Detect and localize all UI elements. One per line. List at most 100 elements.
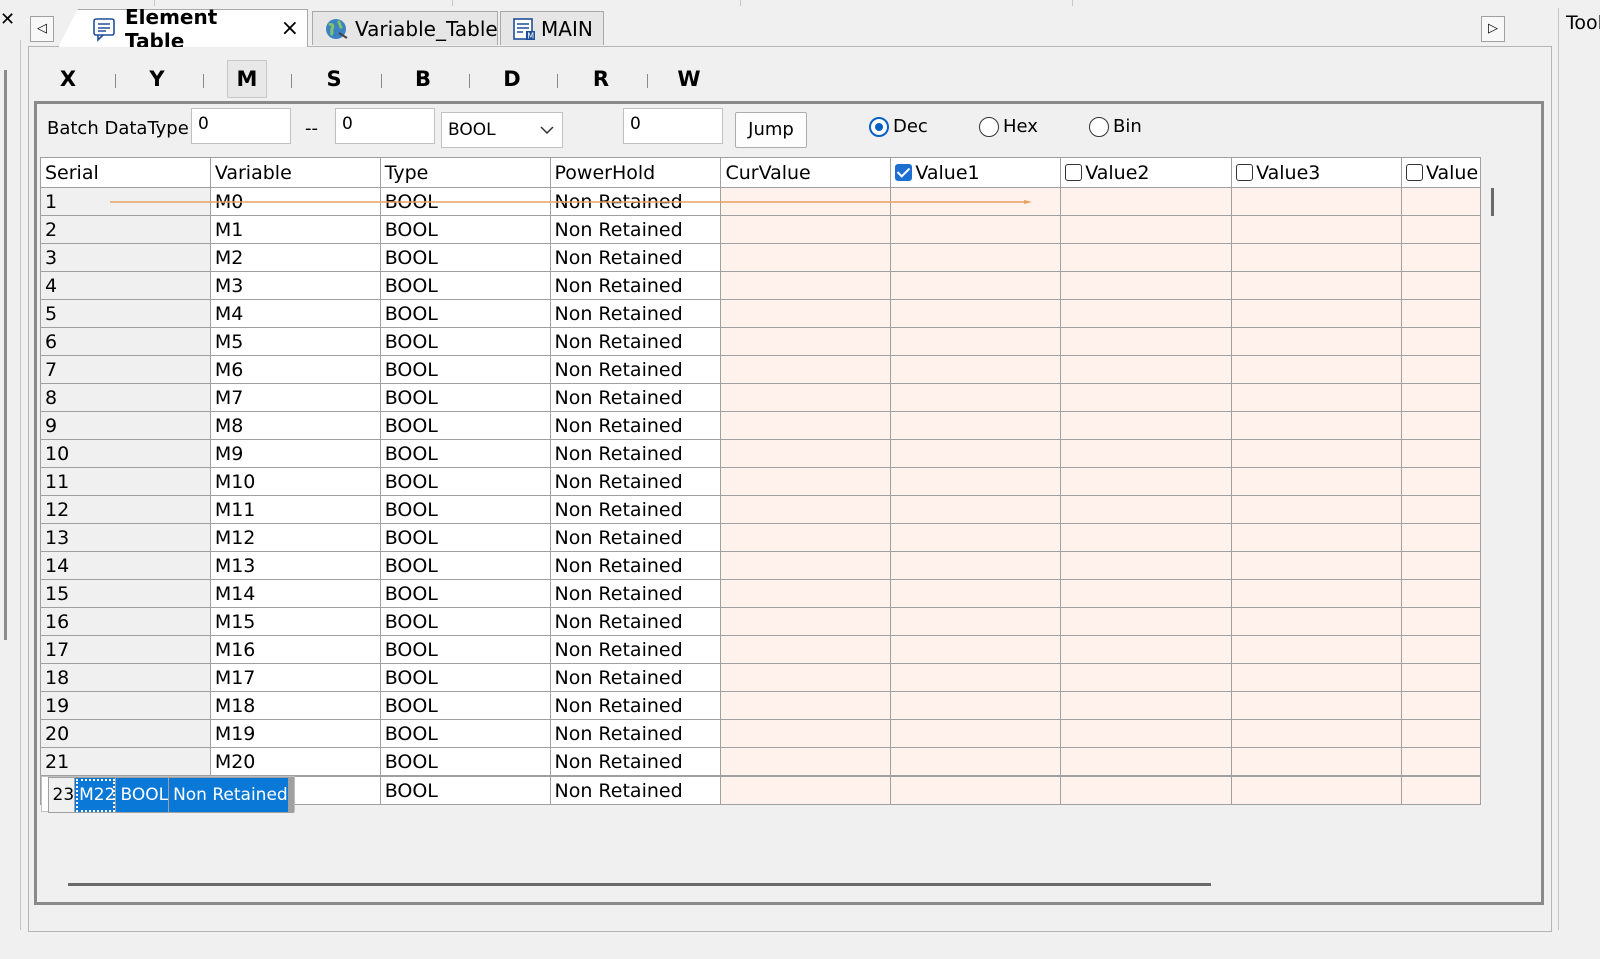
variable-cell[interactable]: M14 [209, 579, 381, 608]
powerhold-cell[interactable]: Non Retained [549, 327, 722, 356]
type-cell[interactable]: BOOL [379, 299, 551, 328]
column-header-value1[interactable]: Value1 [890, 157, 1062, 188]
value2-cell[interactable] [1060, 551, 1233, 580]
value2-cell[interactable] [1060, 187, 1233, 216]
column-header-value3[interactable]: Value3 [1231, 157, 1402, 188]
value3-cell[interactable] [1231, 579, 1402, 608]
device-x-button[interactable]: X [48, 60, 88, 98]
variable-cell[interactable]: M5 [209, 327, 381, 356]
curvalue-cell[interactable] [720, 495, 892, 524]
value1-cell[interactable] [890, 663, 1062, 692]
value2-cell[interactable] [1060, 467, 1233, 496]
powerhold-cell[interactable]: Non Retained [549, 523, 722, 552]
serial-cell[interactable]: 5 [40, 299, 211, 328]
powerhold-cell[interactable]: Non Retained [549, 271, 722, 300]
powerhold-cell[interactable]: Non Retained [549, 663, 722, 692]
value2-cell[interactable] [1060, 663, 1233, 692]
value3-cell[interactable] [1231, 607, 1402, 636]
type-cell[interactable]: BOOL [379, 327, 551, 356]
curvalue-cell[interactable] [720, 747, 892, 776]
type-cell[interactable]: BOOL [379, 691, 551, 720]
value4-cell[interactable] [1400, 663, 1481, 692]
value1-cell[interactable] [890, 355, 1062, 384]
table-row[interactable]: 2 M1 BOOL Non Retained [40, 215, 1481, 244]
value4-cell[interactable] [1400, 579, 1481, 608]
variable-cell[interactable]: M15 [209, 607, 381, 636]
column-header-powerhold[interactable]: PowerHold [549, 157, 722, 188]
table-row[interactable]: 17 M16 BOOL Non Retained [40, 635, 1481, 664]
curvalue-cell[interactable] [720, 327, 892, 356]
value1-cell[interactable] [890, 635, 1062, 664]
value3-cell[interactable] [1231, 411, 1402, 440]
type-cell[interactable]: BOOL [379, 776, 551, 805]
value2-cell[interactable] [1060, 495, 1233, 524]
curvalue-cell[interactable] [720, 551, 892, 580]
value2-cell[interactable] [1060, 776, 1233, 805]
tab-variable-table[interactable]: Variable_Table [312, 11, 498, 45]
serial-cell[interactable]: 11 [40, 467, 211, 496]
value3-cell[interactable] [1231, 747, 1402, 776]
curvalue-cell[interactable] [720, 776, 892, 805]
value1-cell[interactable] [890, 691, 1062, 720]
serial-cell[interactable]: 17 [40, 635, 211, 664]
value3-cell[interactable] [1231, 719, 1402, 748]
table-row[interactable]: 19 M18 BOOL Non Retained [40, 691, 1481, 720]
powerhold-cell[interactable]: Non Retained [168, 777, 289, 813]
value1-cell[interactable] [890, 439, 1062, 468]
table-row[interactable]: 23 M22 BOOL Non Retained [40, 776, 295, 813]
value4-cell[interactable] [1400, 719, 1481, 748]
serial-cell[interactable]: 7 [40, 355, 211, 384]
tab-element-table[interactable]: Element Table × [58, 9, 308, 47]
value4-cell[interactable] [1400, 243, 1481, 272]
serial-cell[interactable]: 8 [40, 383, 211, 412]
value4-cell[interactable] [1400, 383, 1481, 412]
variable-cell[interactable]: M2 [209, 243, 381, 272]
serial-cell[interactable]: 19 [40, 691, 211, 720]
radix-hex-radio[interactable]: Hex [979, 116, 1038, 137]
value2-cell[interactable] [1060, 523, 1233, 552]
left-panel-close-icon[interactable]: ✕ [0, 8, 16, 32]
value4-cell[interactable] [1400, 439, 1481, 468]
serial-cell[interactable]: 10 [40, 439, 211, 468]
grid-horizontal-scrollbar[interactable] [68, 883, 1211, 886]
datatype-select[interactable]: BOOL [441, 112, 563, 148]
type-cell[interactable]: BOOL [379, 719, 551, 748]
value1-cell[interactable] [890, 495, 1062, 524]
value4-cell[interactable] [1400, 691, 1481, 720]
curvalue-cell[interactable] [720, 271, 892, 300]
powerhold-cell[interactable]: Non Retained [549, 579, 722, 608]
value2-cell[interactable] [1060, 355, 1233, 384]
value4-cell[interactable] [1400, 607, 1481, 636]
grid-vertical-scrollbar[interactable] [1491, 188, 1494, 216]
value4-cell[interactable] [1400, 187, 1481, 216]
value2-cell[interactable] [1060, 327, 1233, 356]
variable-cell[interactable]: M20 [209, 747, 381, 776]
serial-cell[interactable]: 15 [40, 579, 211, 608]
batch-from-input[interactable]: 0 [191, 108, 291, 144]
powerhold-cell[interactable]: Non Retained [549, 299, 722, 328]
value3-cell[interactable] [1231, 635, 1402, 664]
value3-cell[interactable] [1231, 776, 1402, 805]
value1-cell[interactable] [890, 411, 1062, 440]
value3-cell[interactable] [1231, 215, 1402, 244]
value4-cell[interactable] [1400, 467, 1481, 496]
variable-cell[interactable]: M10 [209, 467, 381, 496]
device-w-button[interactable]: W [669, 60, 709, 98]
value1-cell[interactable] [890, 243, 1062, 272]
tool-panel-title[interactable]: Tool [1566, 12, 1600, 34]
table-row[interactable]: 15 M14 BOOL Non Retained [40, 579, 1481, 608]
value1-cell[interactable] [890, 747, 1062, 776]
table-row[interactable]: 10 M9 BOOL Non Retained [40, 439, 1481, 468]
device-s-button[interactable]: S [314, 60, 354, 98]
column-header-value2[interactable]: Value2 [1060, 157, 1233, 188]
curvalue-cell[interactable] [720, 215, 892, 244]
value1-cell[interactable] [890, 579, 1062, 608]
value4-cell[interactable] [1400, 299, 1481, 328]
device-r-button[interactable]: R [581, 60, 621, 98]
powerhold-cell[interactable]: Non Retained [549, 495, 722, 524]
value4-cell[interactable] [1400, 411, 1481, 440]
table-row[interactable]: 12 M11 BOOL Non Retained [40, 495, 1481, 524]
value2-cell[interactable] [1060, 299, 1233, 328]
column-header-type[interactable]: Type [379, 157, 551, 188]
curvalue-cell[interactable] [720, 383, 892, 412]
